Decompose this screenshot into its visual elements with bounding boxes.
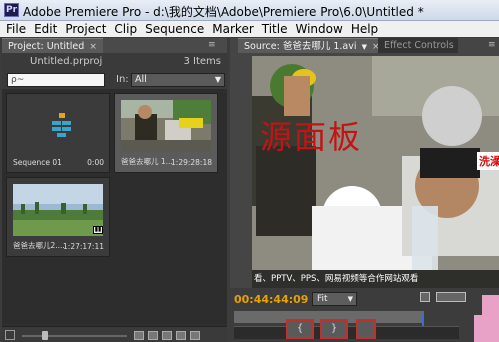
new-item-icon[interactable] bbox=[176, 331, 186, 340]
video-frame[interactable]: 源面板 洗澡 看、PPTV、PPS、网易视频等合作网站观看 bbox=[252, 56, 499, 288]
window-title: Adobe Premiere Pro - d:\我的文档\Adobe\Premi… bbox=[23, 5, 424, 19]
playhead-timecode[interactable]: 00:44:44:09 bbox=[234, 293, 308, 306]
panel-menu-icon[interactable]: ≡ bbox=[208, 40, 216, 50]
project-bottom-toolbar bbox=[2, 326, 227, 342]
fit-zoom-value: Fit bbox=[317, 294, 328, 304]
chevron-down-icon: ▼ bbox=[214, 75, 221, 84]
mark-out-button[interactable]: } bbox=[320, 319, 348, 339]
project-bin-area: Sequence 01 0:00 爸爸去哪儿 1... 1:29:28:18 ▮… bbox=[2, 89, 227, 324]
menu-marker[interactable]: Marker bbox=[208, 22, 257, 37]
video-thumbnail bbox=[121, 100, 211, 152]
item-name: 爸爸去哪儿2.... bbox=[13, 241, 65, 250]
item-duration: 0:00 bbox=[87, 158, 104, 167]
in-filter-value: All bbox=[135, 74, 147, 85]
overlay-badge: 洗澡 bbox=[477, 152, 499, 170]
video-thumbnail bbox=[13, 184, 103, 236]
in-label: In: bbox=[116, 74, 129, 85]
watermark-logo bbox=[474, 295, 499, 342]
step-back-button[interactable] bbox=[356, 319, 376, 339]
find-icon[interactable] bbox=[148, 331, 158, 340]
project-item-sequence[interactable]: Sequence 01 0:00 bbox=[6, 93, 110, 173]
video-frame-image bbox=[252, 56, 499, 288]
menu-window[interactable]: Window bbox=[291, 22, 346, 37]
item-name: Sequence 01 bbox=[13, 158, 62, 167]
item-name: 爸爸去哪儿 1... bbox=[121, 157, 173, 166]
zoom-slider[interactable] bbox=[22, 335, 127, 337]
tab-effect-controls-label: Effect Controls bbox=[384, 40, 454, 51]
menu-bar: File Edit Project Clip Sequence Marker T… bbox=[0, 21, 499, 37]
menu-title[interactable]: Title bbox=[258, 22, 292, 37]
project-item-count: 3 Items bbox=[183, 56, 221, 67]
project-item-clip-2[interactable]: ▮▮ 爸爸去哪儿2.... 1:27:17:11 bbox=[6, 177, 110, 257]
clear-icon[interactable] bbox=[190, 331, 200, 340]
project-file-name: Untitled.prproj bbox=[30, 56, 103, 67]
item-duration: 1:29:28:18 bbox=[171, 158, 212, 167]
menu-help[interactable]: Help bbox=[347, 22, 382, 37]
sequence-icon bbox=[52, 113, 71, 137]
new-bin-icon[interactable] bbox=[162, 331, 172, 340]
video-subtitle: 看、PPTV、PPS、网易视频等合作网站观看 bbox=[254, 274, 419, 284]
menu-project[interactable]: Project bbox=[61, 22, 110, 37]
tab-effect-controls[interactable]: Effect Controls bbox=[378, 38, 458, 53]
tab-project-label: Project: Untitled bbox=[8, 41, 85, 52]
menu-clip[interactable]: Clip bbox=[110, 22, 141, 37]
project-item-clip-1[interactable]: 爸爸去哪儿 1... 1:29:28:18 bbox=[114, 93, 218, 173]
menu-edit[interactable]: Edit bbox=[30, 22, 61, 37]
automate-to-sequence-icon[interactable] bbox=[134, 331, 144, 340]
tab-source-label: Source: 爸爸去哪儿 1.avi bbox=[244, 41, 357, 52]
workspace: Project: Untitled × ≡ Untitled.prproj 3 I… bbox=[0, 37, 499, 342]
search-input[interactable]: ρ~ bbox=[7, 73, 105, 87]
menu-file[interactable]: File bbox=[2, 22, 30, 37]
close-icon[interactable]: × bbox=[89, 42, 97, 52]
project-info-bar: Untitled.prproj 3 Items bbox=[2, 53, 227, 71]
source-monitor-panel: Source: 爸爸去哪儿 1.avi ▼ × Effect Controls ≡ bbox=[230, 38, 499, 342]
mark-in-button[interactable]: { bbox=[286, 319, 314, 339]
item-duration: 1:27:17:11 bbox=[63, 242, 104, 251]
zoom-slider-knob[interactable] bbox=[42, 331, 48, 340]
in-filter-select[interactable]: All ▼ bbox=[131, 73, 225, 87]
project-panel-body: Untitled.prproj 3 Items ρ~ In: All ▼ Seq… bbox=[2, 53, 227, 342]
video-clip-icon: ▮▮ bbox=[93, 226, 103, 234]
duration-marker-icon[interactable] bbox=[436, 292, 466, 302]
tab-project[interactable]: Project: Untitled × bbox=[2, 38, 103, 53]
chevron-down-icon: ▼ bbox=[347, 295, 353, 303]
window-title-bar: Pr Adobe Premiere Pro - d:\我的文档\Adobe\Pr… bbox=[0, 0, 499, 21]
chevron-down-icon[interactable]: ▼ bbox=[362, 43, 367, 51]
overlay-caption: 源面板 bbox=[260, 118, 363, 156]
fit-zoom-select[interactable]: Fit ▼ bbox=[312, 292, 357, 306]
project-panel: Project: Untitled × ≡ Untitled.prproj 3 I… bbox=[2, 38, 227, 342]
menu-sequence[interactable]: Sequence bbox=[141, 22, 208, 37]
source-controls: 00:44:44:09 Fit ▼ { } bbox=[230, 288, 499, 342]
project-filter-row: ρ~ In: All ▼ bbox=[2, 71, 227, 89]
tab-source[interactable]: Source: 爸爸去哪儿 1.avi ▼ × bbox=[238, 38, 380, 53]
list-view-icon[interactable] bbox=[5, 330, 15, 340]
settings-icon[interactable] bbox=[420, 292, 430, 302]
panel-menu-icon[interactable]: ≡ bbox=[488, 40, 496, 50]
premiere-app-icon: Pr bbox=[4, 3, 19, 17]
